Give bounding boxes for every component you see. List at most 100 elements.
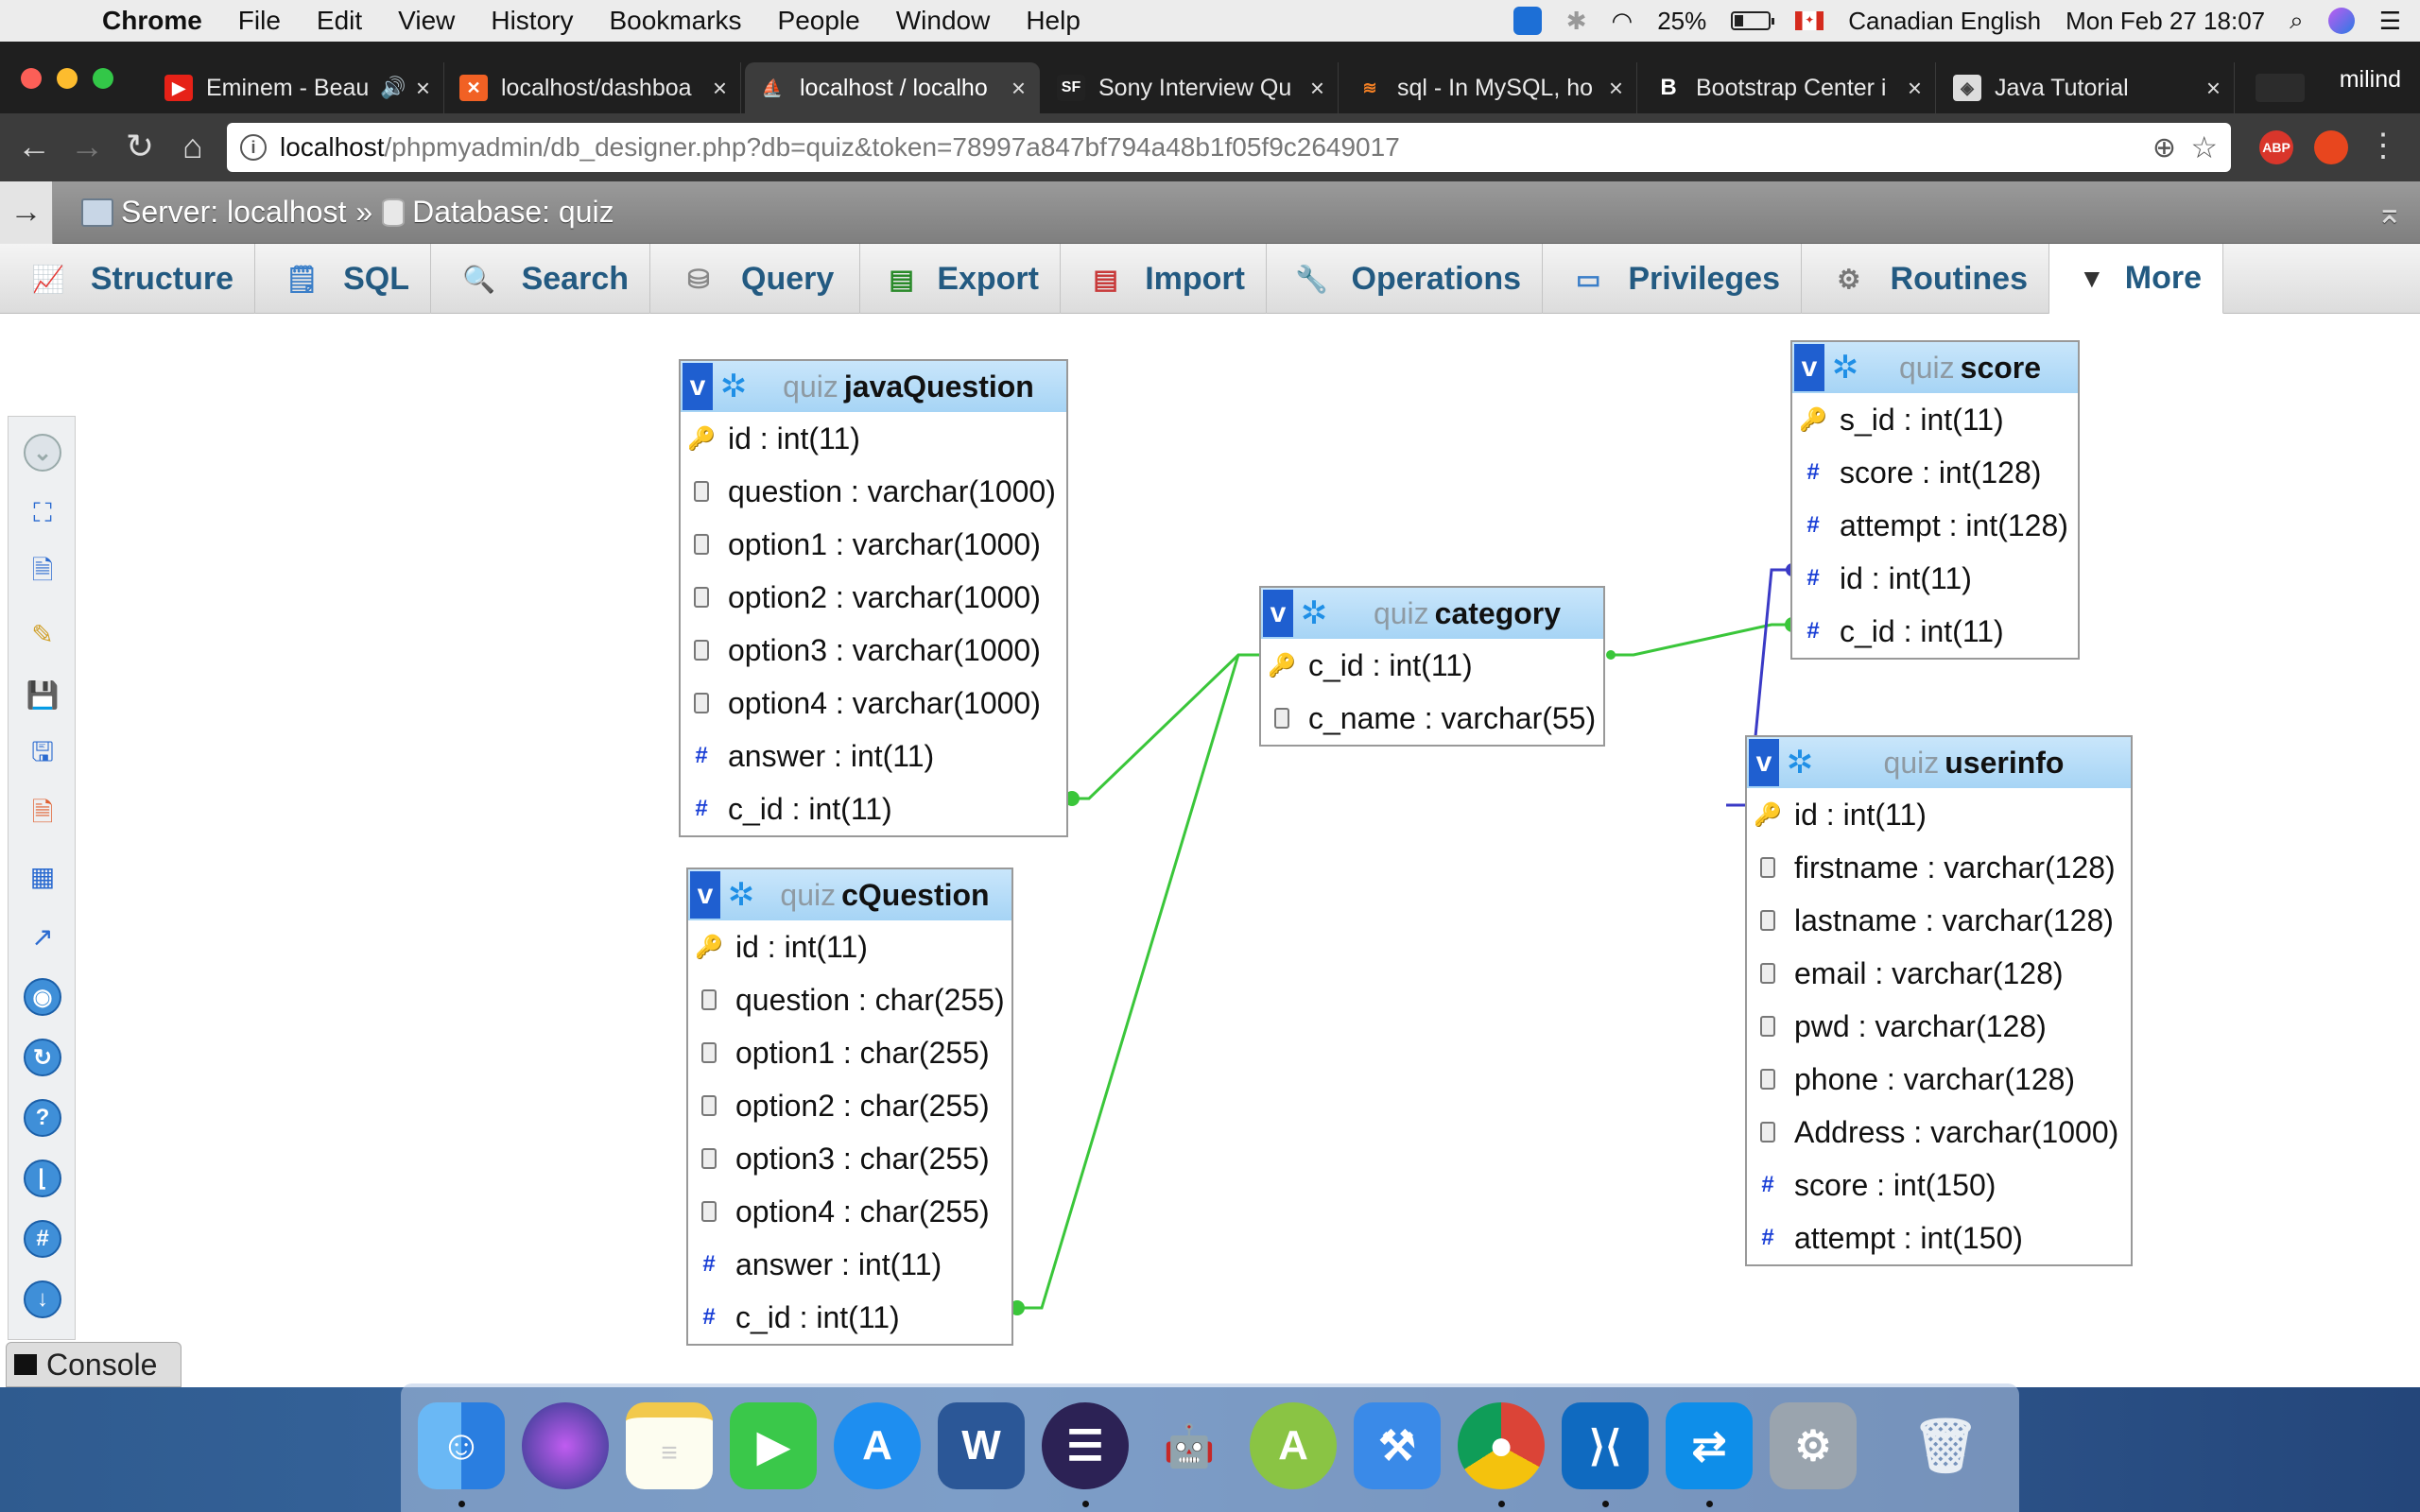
- tab-export[interactable]: ▤ Export: [860, 244, 1061, 314]
- menu-file[interactable]: File: [238, 6, 281, 36]
- delete-page-icon[interactable]: 🗎: [24, 797, 61, 834]
- facetime-icon[interactable]: ▶: [730, 1402, 817, 1489]
- input-source[interactable]: Canadian English: [1848, 7, 2041, 36]
- adblock-plus-icon[interactable]: ABP: [2259, 130, 2293, 164]
- table-header[interactable]: v ✲ quiz score: [1792, 342, 2078, 393]
- table-column[interactable]: 🔑 id : int(11): [688, 920, 1011, 973]
- edit-page-icon[interactable]: ✎: [24, 615, 61, 653]
- table-column[interactable]: # attempt : int(150): [1747, 1211, 2131, 1264]
- close-window-button[interactable]: [21, 68, 42, 89]
- angular-links-icon[interactable]: ⌊: [24, 1160, 61, 1197]
- toggle-columns-button[interactable]: v: [690, 871, 720, 919]
- tab-import[interactable]: ▤ Import: [1061, 244, 1267, 314]
- chrome-icon[interactable]: ●: [1458, 1402, 1545, 1489]
- reload-button[interactable]: ↻: [119, 127, 161, 166]
- new-page-icon[interactable]: 🗎: [24, 555, 61, 593]
- table-column[interactable]: # id : int(11): [1792, 552, 2078, 605]
- toggle-columns-button[interactable]: v: [1263, 590, 1293, 637]
- table-column[interactable]: email : varchar(128): [1747, 947, 2131, 1000]
- help-icon[interactable]: ?: [24, 1099, 61, 1137]
- breadcrumb-database[interactable]: Database: quiz: [382, 195, 614, 230]
- table-column[interactable]: option3 : varchar(1000): [681, 624, 1066, 677]
- table-score[interactable]: v ✲ quiz score 🔑 s_id : int(11) # score : i…: [1790, 340, 2080, 660]
- console-toggle[interactable]: Console: [6, 1342, 182, 1387]
- tab-routines[interactable]: ⚙ Routines: [1802, 244, 2049, 314]
- table-column[interactable]: question : char(255): [688, 973, 1011, 1026]
- tab-more[interactable]: ▼ More: [2049, 244, 2223, 314]
- table-header[interactable]: v ✲ quiz userinfo: [1747, 737, 2131, 788]
- fullscreen-icon[interactable]: ⛶: [24, 494, 61, 532]
- table-column[interactable]: option3 : char(255): [688, 1132, 1011, 1185]
- trash-icon[interactable]: 🗑: [1902, 1402, 1989, 1489]
- browser-tab[interactable]: ▶ Eminem - Beau 🔊 ×: [151, 62, 444, 113]
- close-tab-icon[interactable]: ×: [2206, 74, 2221, 103]
- scroll-top-icon[interactable]: ⌅: [2377, 194, 2404, 232]
- create-table-icon[interactable]: ▦: [24, 857, 61, 895]
- show-hide-tables-icon[interactable]: ⌄: [24, 434, 61, 472]
- chrome-menu-icon[interactable]: ⋮: [2367, 127, 2399, 164]
- table-column[interactable]: 🔑 c_id : int(11): [1261, 639, 1603, 692]
- siri-menu-icon[interactable]: [2327, 8, 2355, 34]
- notification-center-icon[interactable]: ☰: [2379, 7, 2401, 36]
- close-tab-icon[interactable]: ×: [1908, 74, 1922, 103]
- zoom-icon[interactable]: ⊕: [2152, 131, 2176, 164]
- table-column[interactable]: option4 : char(255): [688, 1185, 1011, 1238]
- clock[interactable]: Mon Feb 27 18:07: [2066, 7, 2265, 36]
- save-position-icon[interactable]: 💾: [24, 676, 61, 713]
- wifi-icon[interactable]: ◠: [1612, 7, 1634, 36]
- profile-name[interactable]: milind: [2340, 66, 2401, 94]
- menu-view[interactable]: View: [398, 6, 455, 36]
- toggle-all-icon[interactable]: ↓: [24, 1280, 61, 1318]
- menu-bookmarks[interactable]: Bookmarks: [609, 6, 741, 36]
- audio-playing-icon[interactable]: 🔊: [380, 76, 406, 100]
- appstore-icon[interactable]: A: [834, 1402, 921, 1489]
- teamviewer-status-icon[interactable]: [1512, 7, 1542, 35]
- notes-icon[interactable]: ≡: [626, 1402, 713, 1489]
- toggle-columns-button[interactable]: v: [1794, 344, 1824, 391]
- tab-privileges[interactable]: ▭ Privileges: [1543, 244, 1802, 314]
- table-javaquestion[interactable]: v ✲ quiz javaQuestion 🔑 id : int(11) quest…: [679, 359, 1068, 837]
- browser-tab-active[interactable]: ⛵ localhost / localho ×: [745, 62, 1040, 113]
- menu-edit[interactable]: Edit: [317, 6, 362, 36]
- table-cquestion[interactable]: v ✲ quiz cQuestion 🔑 id : int(11) question…: [686, 868, 1013, 1346]
- menu-help[interactable]: Help: [1026, 6, 1080, 36]
- site-info-icon[interactable]: i: [240, 134, 267, 161]
- gear-icon[interactable]: ✲: [724, 876, 758, 914]
- table-column[interactable]: Address : varchar(1000): [1747, 1106, 2131, 1159]
- table-column[interactable]: 🔑 s_id : int(11): [1792, 393, 2078, 446]
- gear-icon[interactable]: ✲: [717, 368, 751, 405]
- forward-button[interactable]: →: [66, 127, 108, 166]
- tab-operations[interactable]: 🔧 Operations: [1267, 244, 1543, 314]
- menu-app-name[interactable]: Chrome: [102, 6, 202, 36]
- browser-tab[interactable]: ✕ localhost/dashboa ×: [446, 62, 741, 113]
- canada-flag-icon[interactable]: [1795, 11, 1824, 30]
- table-column[interactable]: option1 : char(255): [688, 1026, 1011, 1079]
- bookmark-star-icon[interactable]: ☆: [2190, 129, 2218, 165]
- menu-people[interactable]: People: [778, 6, 860, 36]
- close-tab-icon[interactable]: ×: [1011, 74, 1026, 103]
- zoom-window-button[interactable]: [93, 68, 113, 89]
- table-column[interactable]: # c_id : int(11): [681, 782, 1066, 835]
- close-tab-icon[interactable]: ×: [713, 74, 727, 103]
- gear-icon[interactable]: ✲: [1297, 594, 1331, 632]
- close-tab-icon[interactable]: ×: [1310, 74, 1324, 103]
- eclipse-icon[interactable]: ☰: [1042, 1402, 1129, 1489]
- reload-icon[interactable]: ↻: [24, 1039, 61, 1076]
- browser-tab[interactable]: SF Sony Interview Qu ×: [1044, 62, 1339, 113]
- save-as-icon[interactable]: 🖫: [24, 736, 61, 774]
- table-column[interactable]: # score : int(128): [1792, 446, 2078, 499]
- tab-search[interactable]: 🔍 Search: [431, 244, 650, 314]
- table-userinfo[interactable]: v ✲ quiz userinfo 🔑 id : int(11) firstname…: [1745, 735, 2133, 1266]
- table-category[interactable]: v ✲ quiz category 🔑 c_id : int(11) c_name …: [1259, 586, 1605, 747]
- toggle-columns-button[interactable]: v: [1749, 739, 1779, 786]
- table-column[interactable]: # attempt : int(128): [1792, 499, 2078, 552]
- system-preferences-icon[interactable]: ⚙: [1770, 1402, 1857, 1489]
- gear-icon[interactable]: ✲: [1828, 349, 1862, 387]
- table-header[interactable]: v ✲ quiz cQuestion: [688, 869, 1011, 920]
- teamviewer-icon[interactable]: ⇄: [1666, 1402, 1753, 1489]
- snap-to-grid-icon[interactable]: #: [24, 1220, 61, 1258]
- bluetooth-icon[interactable]: ✱: [1566, 7, 1587, 36]
- table-column[interactable]: 🔑 id : int(11): [681, 412, 1066, 465]
- table-column[interactable]: 🔑 id : int(11): [1747, 788, 2131, 841]
- table-column[interactable]: option4 : varchar(1000): [681, 677, 1066, 730]
